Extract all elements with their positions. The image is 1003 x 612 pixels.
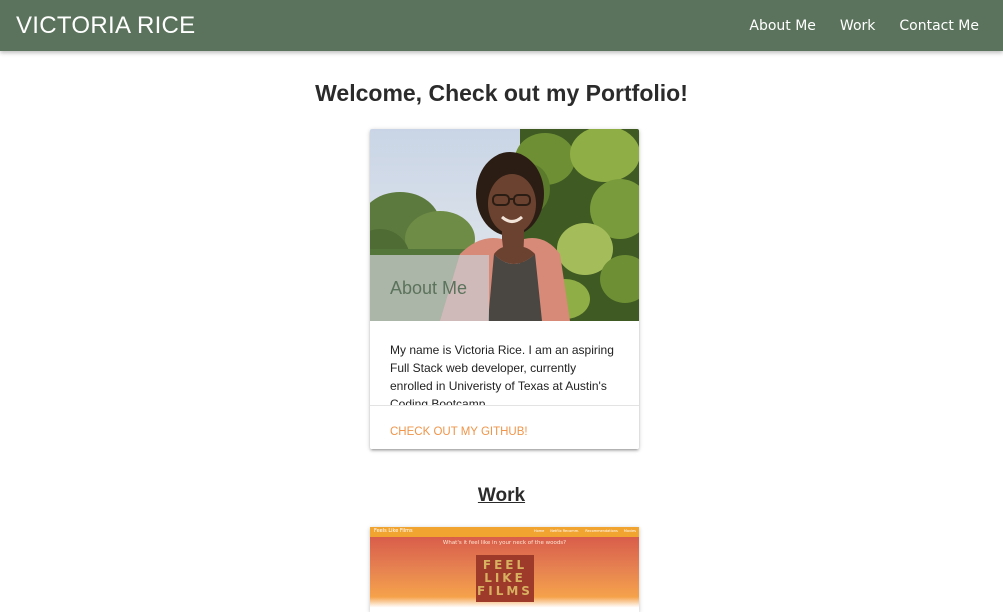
project-thumbnail: What's it feel like in your neck of the … — [370, 537, 639, 612]
nav-link-about-me[interactable]: About Me — [737, 18, 828, 34]
nav-link-contact-me[interactable]: Contact Me — [887, 18, 991, 34]
card-content: My name is Victoria Rice. I am an aspiri… — [370, 321, 639, 405]
profile-photo: About Me — [370, 129, 639, 321]
about-me-text: My name is Victoria Rice. I am an aspiri… — [390, 343, 614, 405]
work-project-card[interactable]: Feels Like Films Home Netflix Recomm. Re… — [370, 527, 639, 612]
project-logo-line: FILMS — [477, 584, 533, 598]
card-action: CHECK OUT MY GITHUB! — [370, 405, 639, 449]
github-link[interactable]: CHECK OUT MY GITHUB! — [390, 426, 528, 438]
project-nav-link: Recommendations — [585, 529, 618, 533]
nav-link-work[interactable]: Work — [828, 18, 887, 34]
about-me-card: About Me My name is Victoria Rice. I am … — [370, 129, 639, 449]
work-heading[interactable]: Work — [0, 485, 1003, 507]
project-nav-links: Home Netflix Recomm. Recommendations Mov… — [534, 529, 636, 533]
project-nav-link: Netflix Recomm. — [550, 529, 580, 533]
welcome-heading: Welcome, Check out my Portfolio! — [315, 80, 688, 106]
project-caption: What's it feel like in your neck of the … — [442, 540, 567, 546]
project-site-name: Feels Like Films — [374, 528, 413, 534]
project-thumbnail-navbar: Feels Like Films Home Netflix Recomm. Re… — [370, 527, 639, 537]
card-title: About Me — [390, 278, 468, 298]
project-nav-link: Movies — [623, 529, 636, 533]
project-logo: FEEL LIKE FILMS — [476, 555, 534, 602]
top-navbar: VICTORIA RICE About Me Work Contact Me — [0, 0, 1003, 51]
project-nav-link: Home — [533, 529, 545, 533]
site-brand[interactable]: VICTORIA RICE — [16, 12, 196, 40]
nav-links: About Me Work Contact Me — [737, 18, 991, 34]
